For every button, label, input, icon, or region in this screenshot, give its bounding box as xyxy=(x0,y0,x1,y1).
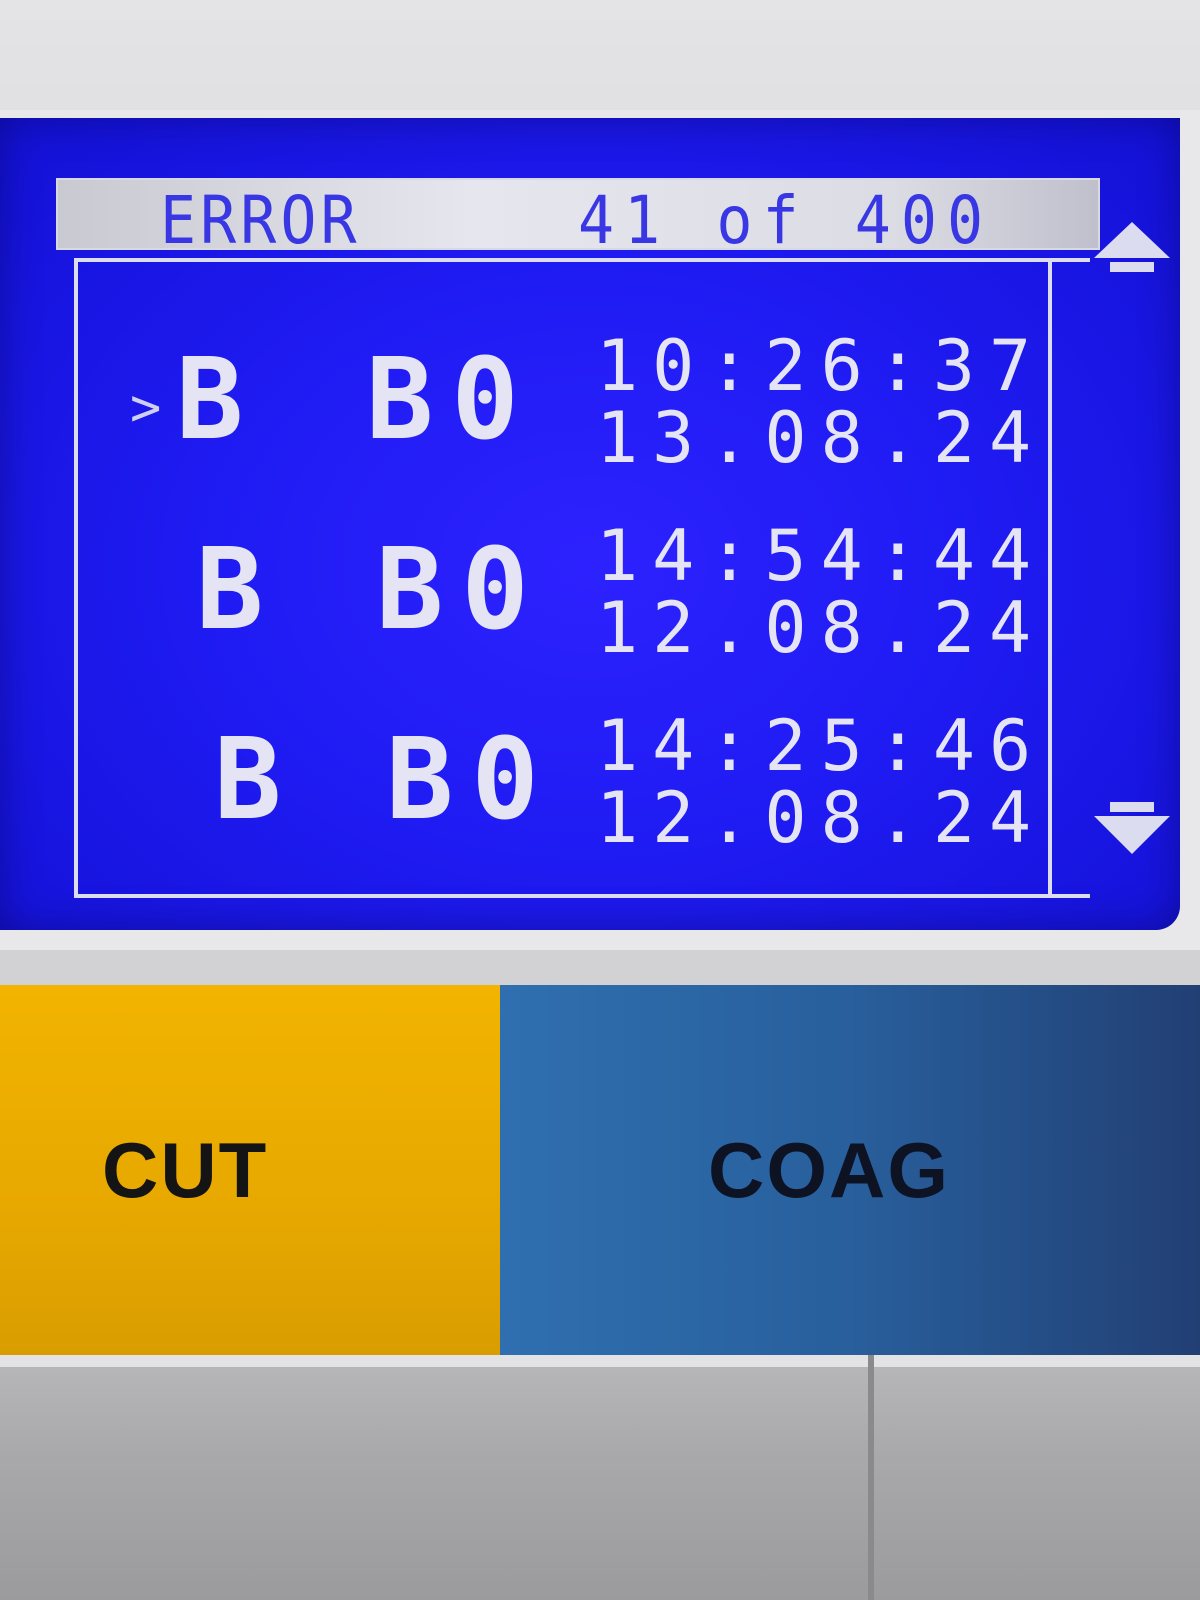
scrollbar-divider xyxy=(1048,258,1052,898)
lcd-display: ERROR 41 of 400 > B B0 10:26:37 13.08.24… xyxy=(0,118,1180,930)
arrow-up-icon[interactable] xyxy=(1092,216,1172,296)
error-log-header: ERROR 41 of 400 xyxy=(56,178,1100,256)
error-entry[interactable]: > B B0 10:26:37 13.08.24 xyxy=(56,330,1046,488)
error-date: 13.08.24 xyxy=(596,397,1046,479)
error-time: 14:54:44 xyxy=(596,515,1046,597)
cut-button-panel[interactable]: CUT xyxy=(0,985,500,1355)
error-code: B0 xyxy=(386,715,557,845)
housing-rim xyxy=(0,1355,1200,1367)
coag-button-panel[interactable]: COAG xyxy=(500,985,1200,1355)
error-date: 12.08.24 xyxy=(596,587,1046,669)
selection-cursor: > xyxy=(130,378,162,438)
error-category: B xyxy=(196,525,270,655)
error-time: 14:25:46 xyxy=(596,705,1046,787)
error-entry[interactable]: B B0 14:54:44 12.08.24 xyxy=(56,520,1046,678)
error-counter: 41 of 400 xyxy=(578,182,994,260)
error-code: B0 xyxy=(376,525,547,655)
error-time: 10:26:37 xyxy=(596,325,1046,407)
arrow-down-icon[interactable] xyxy=(1092,786,1172,866)
housing-seam xyxy=(868,1355,874,1600)
error-log-screen: ERROR 41 of 400 > B B0 10:26:37 13.08.24… xyxy=(56,178,1170,904)
scroll-column xyxy=(1056,178,1176,904)
error-category: B xyxy=(176,335,250,465)
coag-label: COAG xyxy=(708,1126,950,1214)
error-code: B0 xyxy=(366,335,537,465)
error-date: 12.08.24 xyxy=(596,777,1046,859)
page-title: ERROR xyxy=(160,182,361,260)
error-entry[interactable]: B B0 14:25:46 12.08.24 xyxy=(56,710,1046,868)
error-category: B xyxy=(214,715,288,845)
cut-label: CUT xyxy=(102,1126,269,1214)
device-housing-bottom xyxy=(0,1355,1200,1600)
